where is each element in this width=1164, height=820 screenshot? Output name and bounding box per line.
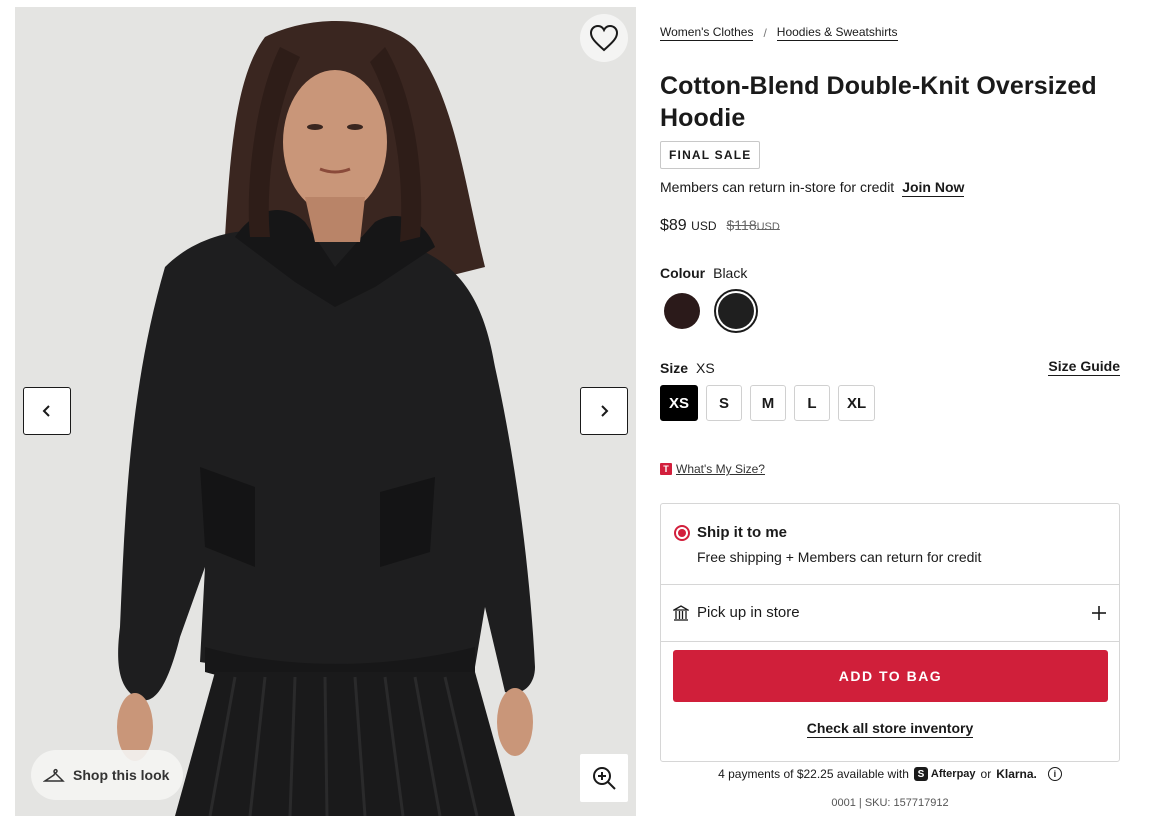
swatch-black[interactable] [714, 289, 758, 333]
breadcrumb: Women's Clothes / Hoodies & Sweatshirts [660, 25, 898, 41]
check-inventory: Check all store inventory [661, 720, 1119, 738]
members-text: Members can return in-store for credit [660, 179, 895, 195]
swatch-black-dot [718, 293, 754, 329]
size-option-s[interactable]: S [706, 385, 743, 421]
chevron-right-icon [601, 405, 609, 417]
original-price-amount: $118 [726, 217, 757, 233]
shop-this-look-label: Shop this look [73, 767, 170, 783]
hanger-icon [43, 768, 65, 782]
size-option-l[interactable]: L [794, 385, 831, 421]
fulfilment-panel: Ship it to me Free shipping + Members ca… [660, 503, 1120, 762]
ship-it-to-me-option[interactable]: Ship it to me Free shipping + Members ca… [661, 504, 1119, 585]
true-fit-icon: T [660, 463, 672, 475]
colour-selected-value: Black [713, 265, 748, 281]
size-option-xl[interactable]: XL [838, 385, 876, 421]
wishlist-button[interactable] [580, 14, 628, 62]
current-price: $89 USD [660, 217, 717, 235]
info-icon[interactable]: i [1047, 767, 1062, 781]
chevron-left-icon [42, 405, 50, 417]
next-image-button[interactable] [580, 387, 628, 435]
original-price-currency: USD [756, 221, 780, 233]
breadcrumb-separator: / [763, 26, 767, 40]
sku-line: 0001 | SKU: 157717912 [831, 797, 949, 809]
afterpay-label: Afterpay [930, 768, 976, 780]
payment-options: 4 payments of $22.25 available with S Af… [660, 767, 1120, 781]
afterpay-mark-icon: S [913, 767, 928, 781]
ship-subtitle: Free shipping + Members can return for c… [697, 549, 982, 565]
colour-selector-label: Colour Black [660, 265, 747, 281]
size-label: Size [660, 360, 689, 376]
colour-label: Colour [660, 265, 706, 281]
breadcrumb-womens-clothes[interactable]: Women's Clothes [660, 25, 754, 41]
size-selector-label: Size XS Size Guide [660, 358, 1120, 376]
current-price-amount: $89 [660, 217, 687, 234]
klarna-logo: Klarna. [996, 767, 1037, 781]
product-photo [117, 20, 535, 816]
colour-swatches [660, 289, 758, 333]
payment-or: or [980, 767, 992, 781]
product-image-gallery: Shop this look [15, 7, 636, 816]
ship-title: Ship it to me [697, 524, 787, 541]
original-price: $118USD [727, 217, 780, 233]
join-now-link[interactable]: Join Now [902, 179, 965, 197]
size-option-m[interactable]: M [750, 385, 787, 421]
zoom-in-icon [593, 767, 616, 790]
product-title: Cotton-Blend Double-Knit Oversized Hoodi… [660, 72, 1097, 132]
size-option-xs[interactable]: XS [660, 385, 699, 421]
shop-this-look-button[interactable]: Shop this look [31, 750, 184, 800]
final-sale-badge: FINAL SALE [660, 141, 761, 169]
plus-icon[interactable] [1091, 605, 1107, 621]
heart-icon [589, 24, 619, 52]
pick-up-label: Pick up in store [697, 604, 800, 621]
ship-radio[interactable] [674, 525, 690, 541]
swatch-espresso-dot [664, 293, 700, 329]
previous-image-button[interactable] [23, 387, 71, 435]
breadcrumb-hoodies-sweatshirts[interactable]: Hoodies & Sweatshirts [776, 25, 898, 41]
pick-up-in-store-option[interactable]: Pick up in store [661, 585, 1119, 642]
store-icon [673, 605, 689, 621]
current-price-currency: USD [691, 219, 717, 233]
size-options: XS S M L XL [660, 385, 876, 421]
size-guide-link[interactable]: Size Guide [1048, 358, 1120, 376]
zoom-button[interactable] [580, 754, 628, 802]
members-notice: Members can return in-store for credit J… [660, 179, 965, 197]
whats-my-size: T What's My Size? [660, 462, 765, 476]
whats-my-size-link[interactable]: What's My Size? [676, 462, 765, 476]
price: $89 USD $118USD [660, 217, 780, 235]
ship-radio-dot [678, 529, 686, 537]
size-selected-value: XS [696, 360, 715, 376]
add-to-bag-button[interactable]: ADD TO BAG [673, 650, 1108, 702]
check-inventory-link[interactable]: Check all store inventory [806, 720, 974, 738]
payment-text: 4 payments of $22.25 available with [718, 767, 909, 781]
afterpay-logo: S Afterpay [913, 767, 976, 781]
swatch-espresso[interactable] [660, 289, 704, 333]
